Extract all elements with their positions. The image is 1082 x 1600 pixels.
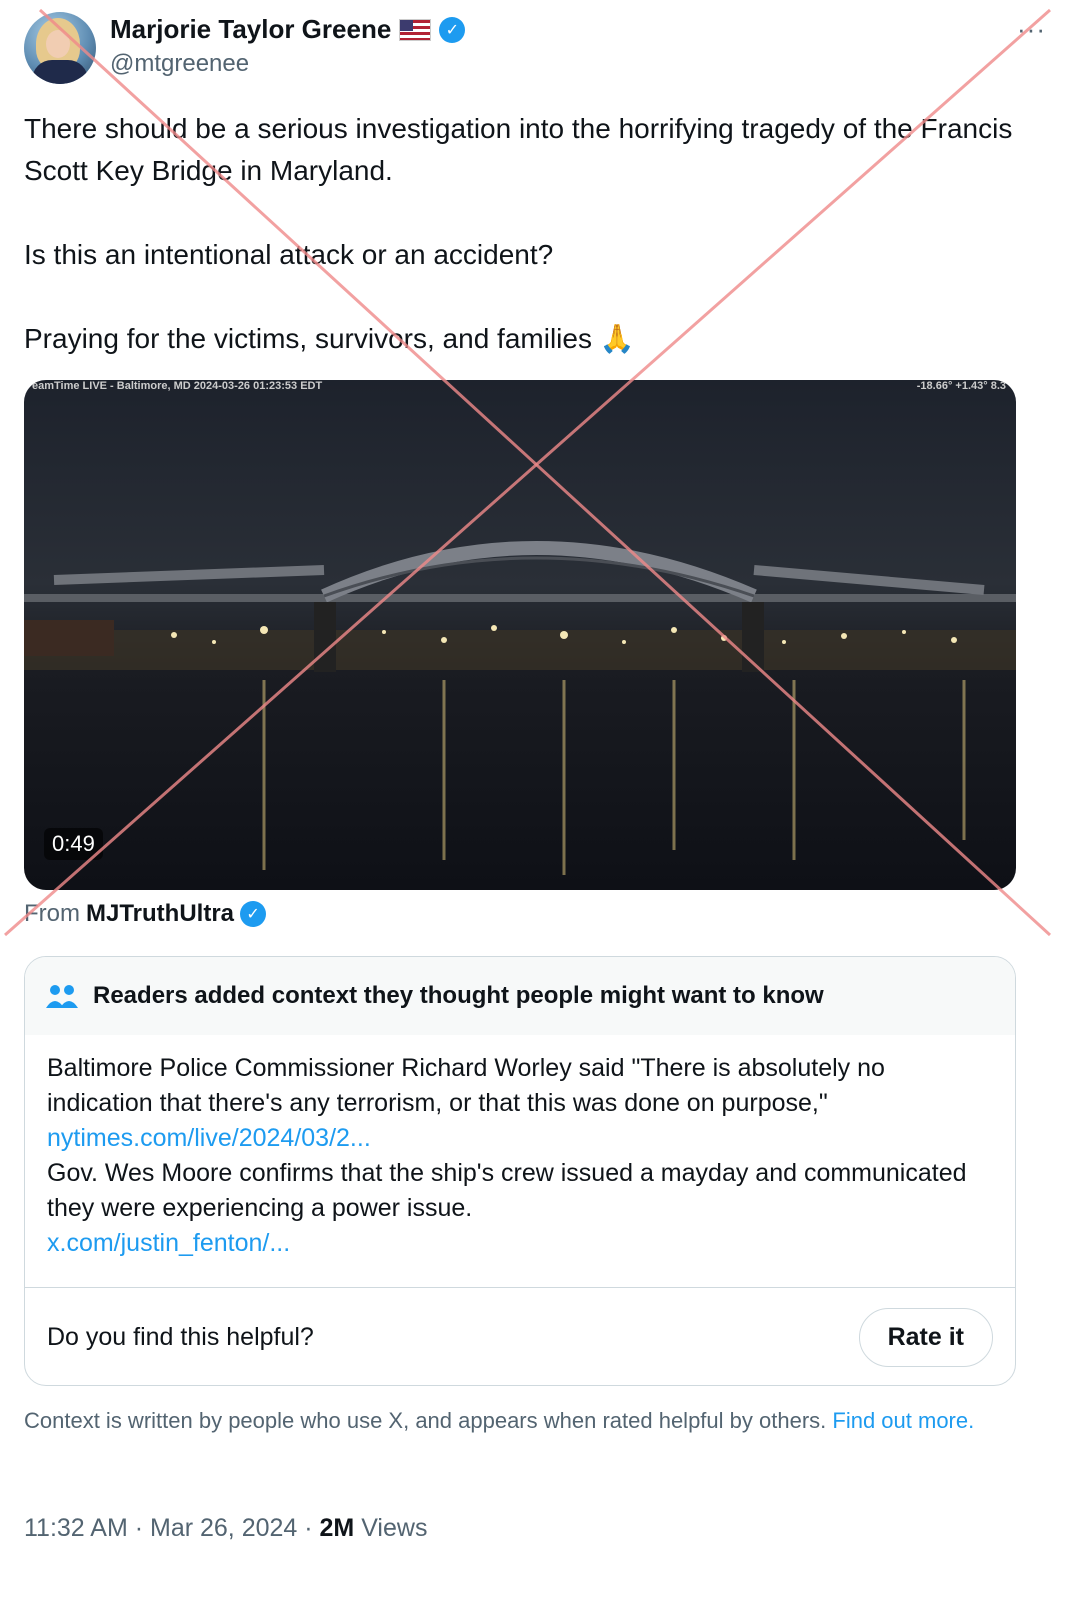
note-text-2: Gov. Wes Moore confirms that the ship's …: [47, 1159, 967, 1222]
views-count: 2M: [319, 1514, 355, 1542]
tweet-timestamp[interactable]: 11:32 AM · Mar 26, 2024 ·: [24, 1514, 320, 1542]
author-handle[interactable]: @mtgreenee: [110, 50, 249, 78]
people-icon: [46, 985, 78, 1008]
author-name[interactable]: Marjorie Taylor Greene: [110, 14, 391, 45]
find-out-more-link[interactable]: Find out more.: [832, 1408, 974, 1433]
video-player[interactable]: eamTime LIVE - Baltimore, MD 2024-03-26 …: [24, 380, 1016, 890]
source-account[interactable]: MJTruthUltra: [86, 900, 234, 928]
bridge-scene: [24, 541, 1016, 875]
tweet-paragraph-3: Praying for the victims, survivors, and …: [24, 323, 635, 354]
tweet-meta: 11:32 AM · Mar 26, 2024 · 2M Views: [24, 1514, 427, 1543]
rate-it-button[interactable]: Rate it: [858, 1307, 993, 1367]
note-text-1: Baltimore Police Commissioner Richard Wo…: [47, 1054, 885, 1117]
tweet-header: Marjorie Taylor Greene ✓ @mtgreenee ···: [24, 12, 1058, 88]
more-options-icon[interactable]: ···: [1017, 14, 1046, 45]
views-label: Views: [354, 1514, 428, 1542]
name-line: Marjorie Taylor Greene ✓: [110, 14, 466, 45]
video-source: From MJTruthUltra ✓: [24, 900, 267, 928]
verified-badge-icon: ✓: [240, 901, 267, 927]
avatar[interactable]: [24, 12, 96, 84]
us-flag-icon: [399, 18, 432, 41]
community-note-body: Baltimore Police Commissioner Richard Wo…: [25, 1035, 1015, 1288]
community-note: Readers added context they thought peopl…: [24, 956, 1016, 1386]
note-link-2[interactable]: x.com/justin_fenton/...: [47, 1226, 993, 1261]
helpful-question: Do you find this helpful?: [47, 1322, 314, 1351]
community-note-title: Readers added context they thought peopl…: [93, 982, 824, 1009]
tweet-paragraph-2: Is this an intentional attack or an acci…: [24, 239, 554, 270]
tweet-text: There should be a serious investigation …: [24, 108, 1034, 402]
from-label: From: [24, 900, 80, 927]
tweet-paragraph-1: There should be a serious investigation …: [24, 113, 1013, 186]
disclaimer-text: Context is written by people who use X, …: [24, 1408, 827, 1433]
verified-badge-icon: ✓: [439, 16, 466, 43]
avatar-face: [46, 30, 70, 58]
community-note-footer: Do you find this helpful? Rate it: [25, 1288, 1015, 1385]
video-overlay-caption: eamTime LIVE - Baltimore, MD 2024-03-26 …: [32, 380, 323, 392]
community-note-header: Readers added context they thought peopl…: [25, 957, 1015, 1035]
avatar-coat: [32, 60, 88, 84]
community-notes-disclaimer: Context is written by people who use X, …: [24, 1406, 1024, 1435]
video-overlay-coordinates: -18.66° +1.43° 8.3: [916, 380, 1006, 392]
note-link-1[interactable]: nytimes.com/live/2024/03/2...: [47, 1121, 993, 1156]
video-duration: 0:49: [44, 828, 103, 860]
